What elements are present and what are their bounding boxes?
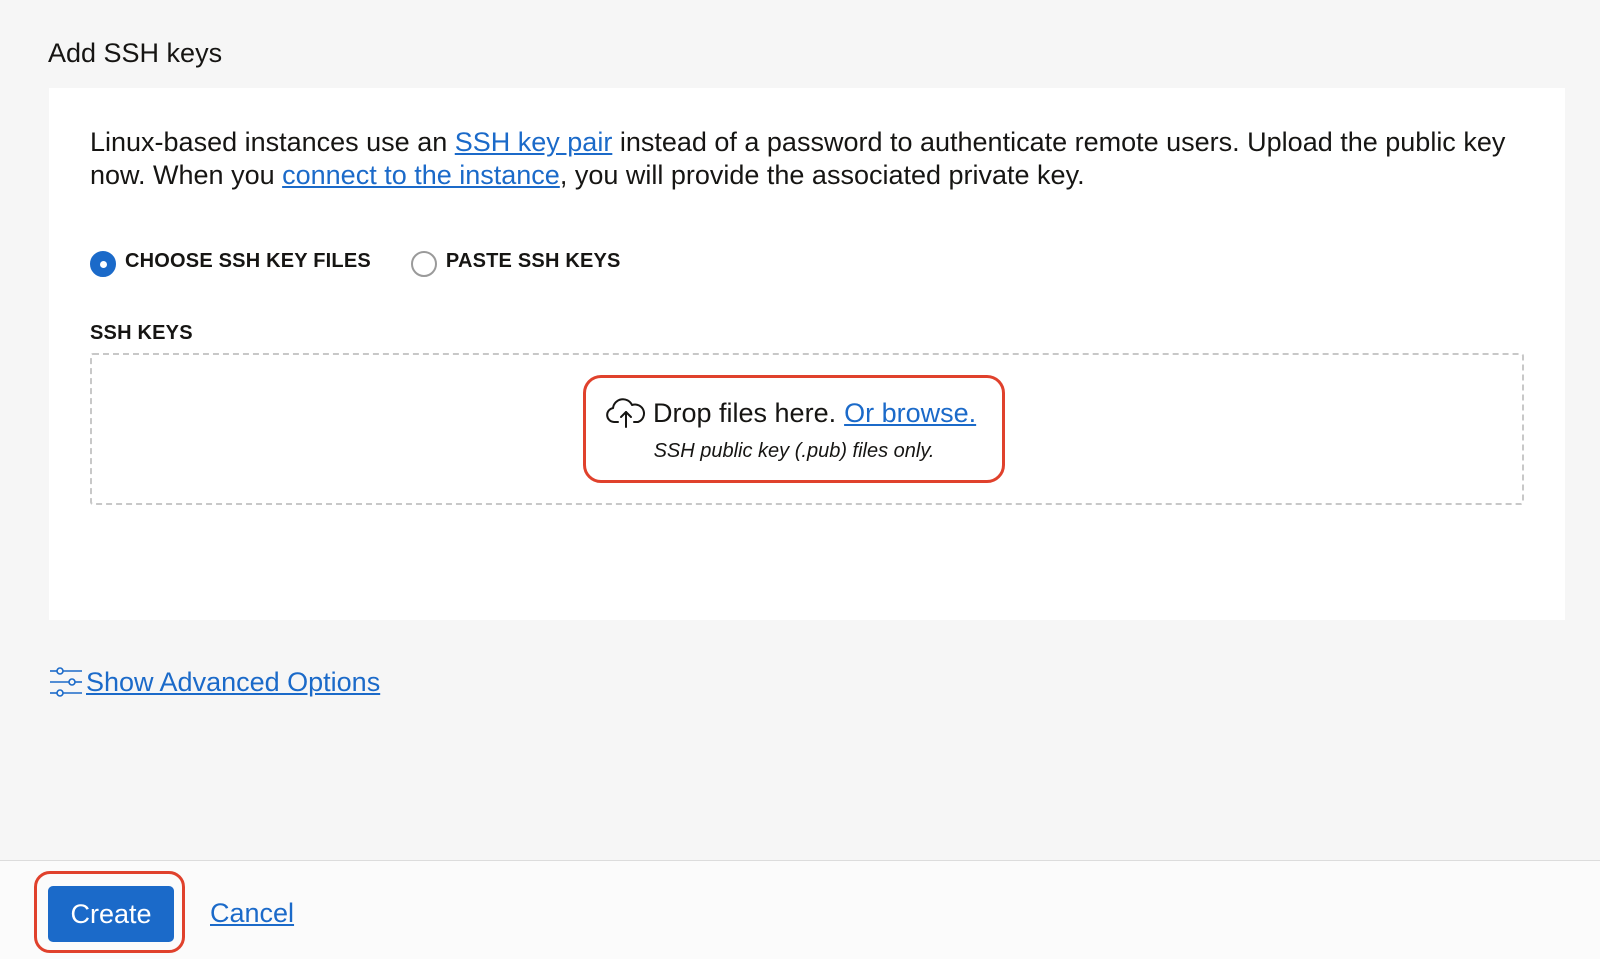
description-text-1: Linux-based instances use an — [90, 127, 455, 157]
cloud-upload-icon — [606, 398, 645, 428]
sliders-icon — [50, 667, 82, 697]
show-advanced-options-label: Show Advanced Options — [86, 666, 381, 697]
section-title: Add SSH keys — [48, 38, 223, 68]
ssh-key-pair-link[interactable]: SSH key pair — [455, 127, 613, 157]
ssh-keys-label: SSH KEYS — [90, 322, 193, 344]
radio-checked-icon[interactable] — [90, 251, 116, 277]
radio-label-paste-keys: PASTE SSH KEYS — [445, 249, 621, 272]
ssh-source-radio-group: CHOOSE SSH KEY FILES PASTE SSH KEYS — [90, 248, 661, 277]
footer-bar: Create Cancel — [0, 860, 1600, 959]
drop-files-text: Drop files here. — [653, 397, 837, 428]
dropzone-hint: SSH public key (.pub) files only. — [653, 440, 935, 462]
show-advanced-options-link[interactable]: Show Advanced Options — [48, 664, 380, 700]
radio-unchecked-icon[interactable] — [410, 251, 437, 277]
ssh-description: Linux-based instances use an SSH key pai… — [90, 126, 1530, 192]
cancel-link[interactable]: Cancel — [210, 898, 294, 929]
connect-instance-link[interactable]: connect to the instance — [282, 160, 560, 190]
ssh-keys-card: Linux-based instances use an SSH key pai… — [49, 88, 1565, 620]
radio-choose-ssh-key-files[interactable]: CHOOSE SSH KEY FILES — [90, 248, 371, 277]
description-text-3: , you will provide the associated privat… — [559, 160, 1085, 190]
radio-label-choose-files: CHOOSE SSH KEY FILES — [125, 249, 371, 272]
create-button[interactable]: Create — [48, 886, 174, 942]
browse-link[interactable]: Or browse. — [844, 398, 976, 429]
dropzone-prompt: Drop files here. Or browse. — [605, 396, 976, 430]
radio-paste-ssh-keys[interactable]: PASTE SSH KEYS — [410, 248, 621, 277]
